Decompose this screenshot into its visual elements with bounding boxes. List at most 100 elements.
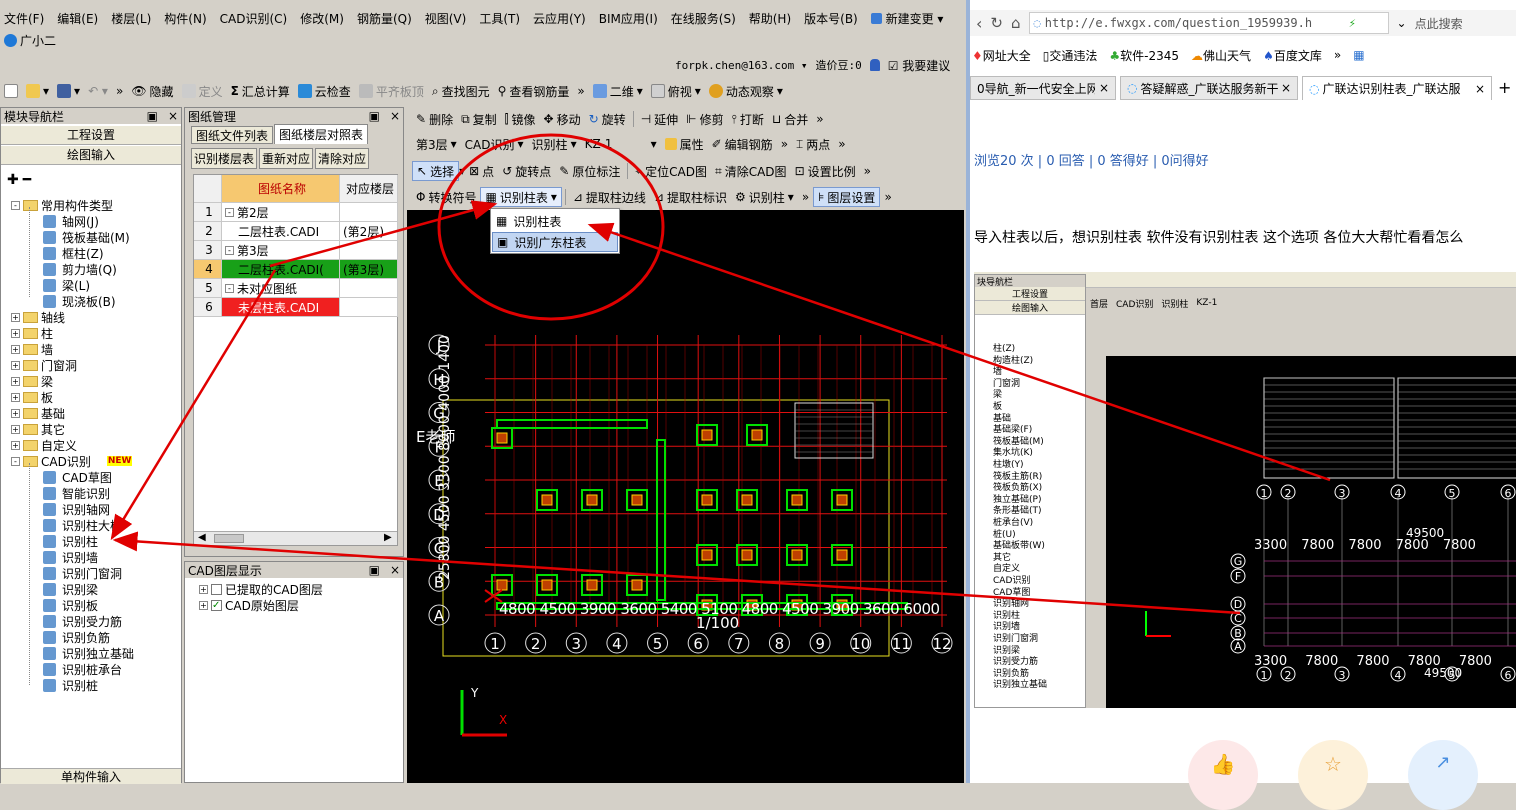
tree-item[interactable]: - 常用构件类型 <box>11 197 113 213</box>
tree-item[interactable]: + 梁 <box>11 373 53 389</box>
expand-toggle-icon[interactable]: - <box>225 207 234 217</box>
draw-input-button[interactable]: 绘图输入 <box>1 146 181 165</box>
expand-toggle-icon[interactable]: + <box>11 392 20 402</box>
like-button[interactable]: 👍 <box>1188 740 1258 810</box>
browser-tab-1[interactable]: 0导航_新一代安全上网 × <box>970 76 1116 100</box>
menu-help[interactable]: 帮助(H) <box>749 10 791 27</box>
kz-select[interactable]: KZ-1 ▾ <box>581 134 661 154</box>
tree-item[interactable]: 识别板 <box>43 597 98 613</box>
dynamic-view-button[interactable]: 动态观察 ▾ <box>705 81 787 101</box>
tree-item[interactable]: 识别独立基础 <box>43 645 134 661</box>
url-input[interactable]: ◌ http://e.fwxgx.com/question_1959939.h ⚡ <box>1028 12 1389 34</box>
checkbox-checked[interactable]: ✓ <box>211 599 222 611</box>
tree-item[interactable]: 框柱(Z) <box>43 245 104 261</box>
menu-component[interactable]: 构件(N) <box>164 10 206 27</box>
menu-tools[interactable]: 工具(T) <box>479 10 520 27</box>
clear-mapping-button[interactable]: 清除对应 <box>315 148 370 169</box>
more-chevron-icon[interactable]: » <box>573 81 588 101</box>
locate-cad-button[interactable]: ⌖ 定位CAD图 <box>631 161 711 181</box>
more-chevron-icon[interactable]: » <box>880 187 895 207</box>
tree-item[interactable]: 识别柱 <box>43 533 98 549</box>
find-element-button[interactable]: ⌕ 查找图元 <box>428 81 494 101</box>
floor-select[interactable]: 第3层 ▾ <box>412 134 461 154</box>
close-icon[interactable]: × <box>1475 82 1485 96</box>
edit-rebar-button[interactable]: ✐ 编辑钢筋 <box>708 134 777 154</box>
pin-icon[interactable]: ▣ <box>369 563 380 577</box>
mirror-button[interactable]: ⫿ 镜像 <box>501 109 540 129</box>
dropdown-chevron-icon[interactable]: ⌄ <box>1397 16 1407 30</box>
browser-tab-2[interactable]: ◌ 答疑解惑_广联达服务新干 × <box>1120 76 1298 100</box>
define-button[interactable]: 定义 <box>178 81 227 101</box>
search-link[interactable]: 点此搜索 <box>1415 15 1463 32</box>
menu-item-recognize-column-table[interactable]: ▦ 识别柱表 <box>492 211 618 231</box>
drawing-name-cell[interactable]: 二层柱表.CADI( <box>222 260 340 279</box>
break-button[interactable]: ⫯ 打断 <box>728 109 768 129</box>
select-button[interactable]: ↖ 选择 <box>412 161 460 181</box>
tree-item[interactable]: 筏板基础(M) <box>43 229 130 245</box>
lightning-icon[interactable]: ⚡ <box>1349 16 1356 30</box>
close-icon[interactable]: × <box>168 109 178 123</box>
inner-tree-item[interactable]: 识别独立基础 <box>993 677 1047 690</box>
view-rebar-button[interactable]: ⚲ 查看钢筋量 <box>494 81 574 101</box>
two-points-button[interactable]: ⌶ 两点 <box>792 134 834 154</box>
menu-file[interactable]: 文件(F) <box>4 10 44 27</box>
extract-column-mark-button[interactable]: ⊿ 提取柱标识 <box>650 187 731 207</box>
menu-edit[interactable]: 编辑(E) <box>57 10 98 27</box>
menu-item-recognize-gd-column-table[interactable]: ▣ 识别广东柱表 <box>492 232 618 252</box>
refresh-icon[interactable]: ↻ <box>990 14 1003 32</box>
point-button[interactable]: ⊠ 点 <box>465 161 498 181</box>
assistant[interactable]: 广小二 <box>4 31 56 49</box>
recognize-column-table-button[interactable]: ▦ 识别柱表 ▾ <box>480 187 562 207</box>
checkbox-unchecked[interactable] <box>211 583 222 595</box>
inner-kz-select[interactable]: KZ-1 <box>1196 298 1217 308</box>
menu-new-change[interactable]: 新建变更 ▾ <box>870 10 943 27</box>
share-button[interactable]: ↗ <box>1408 740 1478 810</box>
copy-button[interactable]: ⧉ 复制 <box>457 109 501 129</box>
tree-item[interactable]: 识别负筋 <box>43 629 110 645</box>
tree-item[interactable]: 识别桩承台 <box>43 661 122 677</box>
more-chevron-icon[interactable]: » <box>860 161 875 181</box>
layer-extracted[interactable]: + 已提取的CAD图层 <box>199 581 323 597</box>
align-slab-button[interactable]: 平齐板顶 <box>355 81 428 101</box>
tree-item[interactable]: 梁(L) <box>43 277 90 293</box>
cad-canvas[interactable]: 1 2 3 4 5 6 7 8 9 10 11 12 J H G F E D C B A E老师 1/100 4800 … <box>407 210 964 783</box>
layer-original[interactable]: + ✓ CAD原始图层 <box>199 597 299 613</box>
expand-toggle-icon[interactable]: + <box>11 312 20 322</box>
convert-symbol-button[interactable]: Φ 转换符号 <box>412 187 480 207</box>
column-mode-select[interactable]: 识别柱 ▾ <box>528 134 581 154</box>
bookmark-sites[interactable]: ♦网址大全 <box>972 47 1031 64</box>
inner-floor-select[interactable]: 首层 <box>1090 297 1108 310</box>
close-icon[interactable]: × <box>390 109 400 123</box>
recognize-floor-table-button[interactable]: 识别楼层表 <box>191 148 258 169</box>
expand-toggle-icon[interactable]: + <box>11 344 20 354</box>
cad-mode-select[interactable]: CAD识别 ▾ <box>461 134 528 154</box>
drawing-name-cell[interactable]: - 第3层 <box>222 241 340 260</box>
view-top-select[interactable]: 俯视 ▾ <box>647 81 705 101</box>
bookmark-software[interactable]: ♣软件-2345 <box>1109 47 1179 64</box>
extract-column-edge-button[interactable]: ⊿ 提取柱边线 <box>569 187 650 207</box>
expand-toggle-icon[interactable]: + <box>11 440 20 450</box>
bookmark-traffic[interactable]: ▯交通违法 <box>1043 47 1098 64</box>
tab-drawing-file-list[interactable]: 图纸文件列表 <box>191 126 273 144</box>
menu-bim[interactable]: BIM应用(I) <box>599 10 658 27</box>
inner-col-select[interactable]: 识别柱 <box>1161 297 1188 310</box>
tree-item[interactable]: 识别桩 <box>43 677 98 693</box>
in-place-mark-button[interactable]: ✎ 原位标注 <box>555 161 624 181</box>
grid-hscroll[interactable]: ◀ ▶ <box>194 531 397 545</box>
menu-cad[interactable]: CAD识别(C) <box>220 10 288 27</box>
bookmark-wenku[interactable]: ♠百度文库 <box>1263 47 1322 64</box>
tree-item[interactable]: 轴网(J) <box>43 213 99 229</box>
tree-item[interactable]: 识别轴网 <box>43 501 110 517</box>
tree-item[interactable]: 识别墙 <box>43 549 98 565</box>
inner-draw-button[interactable]: 绘图输入 <box>975 301 1085 315</box>
floor-cell[interactable] <box>340 203 398 222</box>
menu-online[interactable]: 在线服务(S) <box>671 10 736 27</box>
tree-item[interactable]: 识别柱大样 <box>43 517 122 533</box>
view-2d-select[interactable]: 二维 ▾ <box>589 81 647 101</box>
cloud-check-button[interactable]: 云检查 <box>294 81 355 101</box>
tree-item[interactable]: 剪力墙(Q) <box>43 261 117 277</box>
expand-toggle-icon[interactable]: - <box>11 200 20 210</box>
drawing-name-cell[interactable]: - 第2层 <box>222 203 340 222</box>
tree-item[interactable]: + 轴线 <box>11 309 65 325</box>
more-chevron-icon[interactable]: » <box>812 109 827 129</box>
